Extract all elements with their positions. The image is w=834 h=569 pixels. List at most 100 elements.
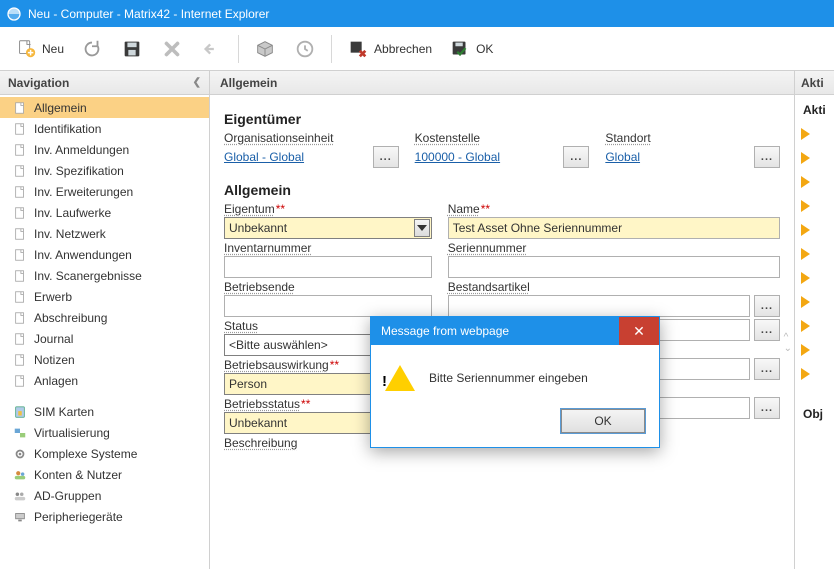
aktionen-header: Akti [795, 71, 834, 95]
nav-item-inv-anwendungen[interactable]: Inv. Anwendungen [0, 244, 209, 265]
org-unit-link[interactable]: Global - Global [224, 148, 369, 166]
doc-icon [12, 121, 28, 137]
play-icon [801, 272, 810, 284]
eigentum-select[interactable]: Unbekannt [224, 217, 432, 239]
aktion-item[interactable] [799, 221, 830, 239]
nav-item-inv-laufwerke[interactable]: Inv. Laufwerke [0, 202, 209, 223]
ok-button[interactable]: OK [442, 33, 499, 65]
cost-center-label: Kostenstelle [415, 131, 590, 145]
owner-section-title: Eigentümer [224, 111, 780, 127]
betriebsauswirkung-browse-button[interactable]: ... [754, 358, 780, 380]
dialog-ok-button[interactable]: OK [561, 409, 645, 433]
aktionen-section-title-2: Obj [799, 405, 830, 423]
nav-item-allgemein[interactable]: Allgemein [0, 97, 209, 118]
navigation-collapse-icon[interactable]: ❮ [193, 77, 201, 88]
play-icon [801, 176, 810, 188]
save-icon [120, 37, 144, 61]
aktionen-panel: Akti Akti Obj [794, 71, 834, 569]
nav-item-notizen[interactable]: Notizen [0, 349, 209, 370]
nav-label: Inv. Erweiterungen [34, 185, 133, 199]
doc-icon [12, 289, 28, 305]
nav-item-inv-scanergebnisse[interactable]: Inv. Scanergebnisse [0, 265, 209, 286]
betriebsstatus-browse-button[interactable]: ... [754, 397, 780, 419]
nav-item-virtualisierung[interactable]: Virtualisierung [0, 422, 209, 443]
betriebsende-input[interactable] [224, 295, 432, 317]
status-extra-browse-button[interactable]: ... [754, 319, 780, 341]
sim-icon [12, 404, 28, 420]
doc-icon [12, 205, 28, 221]
nav-label: AD-Gruppen [34, 489, 101, 503]
undo-button[interactable] [194, 33, 230, 65]
inventarnummer-input[interactable] [224, 256, 432, 278]
dialog-close-button[interactable]: ✕ [619, 317, 659, 345]
location-browse-button[interactable]: ... [754, 146, 780, 168]
delete-button[interactable] [154, 33, 190, 65]
nav-item-journal[interactable]: Journal [0, 328, 209, 349]
aktion-item[interactable] [799, 245, 830, 263]
nav-item-sim-karten[interactable]: SIM Karten [0, 401, 209, 422]
doc-icon [12, 184, 28, 200]
warning-icon: ! [385, 365, 415, 391]
history-button[interactable] [287, 33, 323, 65]
nav-item-abschreibung[interactable]: Abschreibung [0, 307, 209, 328]
eigentum-value: Unbekannt [229, 221, 287, 235]
package-icon [253, 37, 277, 61]
aktion-item[interactable] [799, 269, 830, 287]
nav-label: Anlagen [34, 374, 78, 388]
cost-center-link[interactable]: 100000 - Global [415, 148, 560, 166]
scroll-indicator[interactable]: ^⌄ [784, 332, 792, 354]
doc-icon [12, 352, 28, 368]
aktion-item[interactable] [799, 341, 830, 359]
save-button[interactable] [114, 33, 150, 65]
bestandsartikel-label: Bestandsartikel [448, 280, 780, 294]
refresh-button[interactable] [74, 33, 110, 65]
nav-label: Abschreibung [34, 311, 107, 325]
bestandsartikel-browse-button[interactable]: ... [754, 295, 780, 317]
aktion-item[interactable] [799, 293, 830, 311]
aktion-item[interactable] [799, 125, 830, 143]
aktion-item[interactable] [799, 365, 830, 383]
org-unit-browse-button[interactable]: ... [373, 146, 399, 168]
delete-x-icon [160, 37, 184, 61]
aktion-item[interactable] [799, 149, 830, 167]
nav-item-inv-erweiterungen[interactable]: Inv. Erweiterungen [0, 181, 209, 202]
navigation-title: Navigation [8, 76, 69, 90]
betriebsauswirkung-value: Person [229, 377, 267, 391]
nav-item-ad-gruppen[interactable]: AD-Gruppen [0, 485, 209, 506]
aktion-item[interactable] [799, 317, 830, 335]
navigation-header: Navigation ❮ [0, 71, 209, 95]
cost-center-browse-button[interactable]: ... [563, 146, 589, 168]
toolbar-separator [238, 35, 239, 63]
abbrechen-button[interactable]: Abbrechen [340, 33, 438, 65]
nav-item-inv-anmeldungen[interactable]: Inv. Anmeldungen [0, 139, 209, 160]
message-dialog: Message from webpage ✕ ! Bitte Seriennum… [370, 316, 660, 448]
nav-item-komplexe-systeme[interactable]: Komplexe Systeme [0, 443, 209, 464]
doc-icon [12, 226, 28, 242]
nav-item-konten-nutzer[interactable]: Konten & Nutzer [0, 464, 209, 485]
neu-button[interactable]: Neu [8, 33, 70, 65]
nav-item-peripheriegeraete[interactable]: Peripheriegeräte [0, 506, 209, 527]
doc-icon [12, 142, 28, 158]
aktion-item[interactable] [799, 197, 830, 215]
aktion-item[interactable] [799, 173, 830, 191]
gear-icon [12, 446, 28, 462]
seriennummer-input[interactable] [448, 256, 780, 278]
location-link[interactable]: Global [605, 148, 750, 166]
name-input[interactable]: Test Asset Ohne Seriennummer [448, 217, 780, 239]
ok-save-icon [448, 37, 472, 61]
package-button[interactable] [247, 33, 283, 65]
nav-label: Erwerb [34, 290, 72, 304]
nav-item-inv-spezifikation[interactable]: Inv. Spezifikation [0, 160, 209, 181]
play-icon [801, 152, 810, 164]
name-value: Test Asset Ohne Seriennummer [453, 221, 622, 235]
bestandsartikel-input[interactable] [448, 295, 750, 317]
seriennummer-label: Seriennummer [448, 241, 780, 255]
nav-item-erwerb[interactable]: Erwerb [0, 286, 209, 307]
doc-icon [12, 373, 28, 389]
nav-label: Inv. Scanergebnisse [34, 269, 142, 283]
nav-item-anlagen[interactable]: Anlagen [0, 370, 209, 391]
nav-item-identifikation[interactable]: Identifikation [0, 118, 209, 139]
play-icon [801, 200, 810, 212]
nav-item-inv-netzwerk[interactable]: Inv. Netzwerk [0, 223, 209, 244]
betriebsstatus-value: Unbekannt [229, 416, 287, 430]
